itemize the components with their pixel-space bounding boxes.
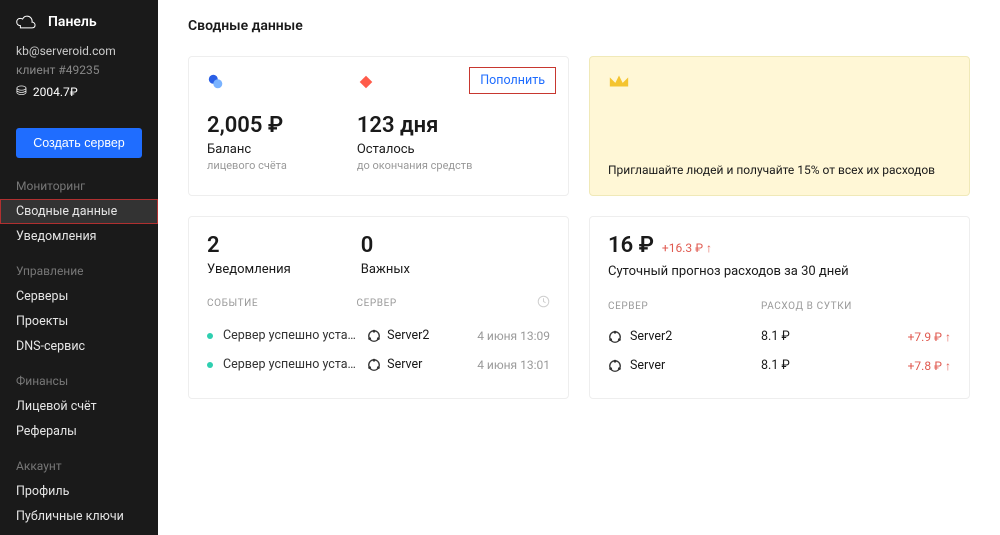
nav-item-summary[interactable]: Сводные данные <box>0 199 158 224</box>
expense-delta: +7.8 ₽ ↑ <box>881 359 951 373</box>
server-name: Server2 <box>387 328 429 343</box>
coins-icon: ⛁ <box>16 82 27 102</box>
balance-card: Пополнить 2,005 ₽ Баланс лицевого счёта … <box>188 56 569 196</box>
expense-row[interactable]: Server2 8.1 ₽ +7.9 ₽ ↑ <box>608 322 951 351</box>
nav-item-profile[interactable]: Профиль <box>0 479 158 504</box>
create-server-button[interactable]: Создать сервер <box>16 128 142 158</box>
account-email: kb@serveroid.com <box>16 42 142 61</box>
notifications-label: Уведомления <box>207 262 291 277</box>
balance-value: 2,005 ₽ <box>207 113 287 138</box>
expense-delta: +7.9 ₽ ↑ <box>881 330 951 344</box>
forecast-sub: Суточный прогноз расходов за 30 дней <box>608 264 951 279</box>
account-balance: ⛁ 2004.7₽ <box>16 82 142 102</box>
col-delta <box>881 301 951 312</box>
balance-sublabel: лицевого счёта <box>207 159 287 172</box>
main-content: Сводные данные Пополнить 2,005 ₽ Баланс … <box>158 0 1000 535</box>
app-title: Панель <box>48 14 97 30</box>
balance-label: Баланс <box>207 142 287 157</box>
expense-rate: 8.1 ₽ <box>761 358 881 373</box>
ubuntu-icon <box>367 329 381 343</box>
col-server: СЕРВЕР <box>357 298 461 309</box>
promo-card[interactable]: Приглашайте людей и получайте 15% от все… <box>589 56 970 196</box>
expense-row[interactable]: Server 8.1 ₽ +7.8 ₽ ↑ <box>608 351 951 380</box>
ubuntu-icon <box>608 359 622 373</box>
clock-icon <box>537 295 550 308</box>
nav-item-servers[interactable]: Серверы <box>0 284 158 309</box>
balance-icon <box>207 73 225 91</box>
days-value: 123 дня <box>357 113 473 138</box>
nav-section-monitoring: Мониторинг <box>0 176 158 199</box>
notification-row[interactable]: Сервер успешно устано... Server 4 июня 1… <box>207 350 550 379</box>
important-count: 0 <box>361 233 410 258</box>
nav-item-public-keys[interactable]: Публичные ключи <box>0 504 158 529</box>
nav-item-notifications[interactable]: Уведомления <box>0 224 158 249</box>
col-rate: РАСХОД В СУТКИ <box>761 301 881 312</box>
notifications-card: 2 Уведомления 0 Важных СОБЫТИЕ СЕРВЕР Се… <box>188 216 569 399</box>
forecast-card: 16 ₽ +16.3 ₽ ↑ Суточный прогноз расходов… <box>589 216 970 399</box>
notification-row[interactable]: Сервер успешно устано... Server2 4 июня … <box>207 321 550 350</box>
expense-rate: 8.1 ₽ <box>761 329 881 344</box>
days-icon <box>357 73 375 91</box>
event-text: Сервер успешно устано... <box>223 328 367 343</box>
nav-section-management: Управление <box>0 261 158 284</box>
server-name: Server2 <box>630 329 672 344</box>
ubuntu-icon <box>608 330 622 344</box>
topup-link[interactable]: Пополнить <box>469 67 556 94</box>
server-name: Server <box>630 358 665 373</box>
nav-item-referrals[interactable]: Рефералы <box>0 419 158 444</box>
event-time: 4 июня 13:09 <box>460 329 550 343</box>
nav-item-dns[interactable]: DNS-сервис <box>0 334 158 359</box>
col-event: СОБЫТИЕ <box>207 298 357 309</box>
nav-section-finance: Финансы <box>0 371 158 394</box>
status-dot-icon <box>207 333 213 339</box>
account-balance-value: 2004.7₽ <box>33 83 78 102</box>
days-sublabel: до окончания средств <box>357 159 473 172</box>
crown-icon <box>608 73 630 89</box>
account-block: kb@serveroid.com клиент #49235 ⛁ 2004.7₽ <box>0 42 158 116</box>
important-label: Важных <box>361 262 410 277</box>
sidebar: Панель kb@serveroid.com клиент #49235 ⛁ … <box>0 0 158 535</box>
nav-item-account-balance[interactable]: Лицевой счёт <box>0 394 158 419</box>
account-client: клиент #49235 <box>16 61 142 80</box>
promo-text: Приглашайте людей и получайте 15% от все… <box>608 163 951 177</box>
col-server: СЕРВЕР <box>608 301 761 312</box>
status-dot-icon <box>207 362 213 368</box>
forecast-delta: +16.3 ₽ ↑ <box>662 241 712 255</box>
server-name: Server <box>387 357 422 372</box>
event-time: 4 июня 13:01 <box>460 358 550 372</box>
nav-section-account: Аккаунт <box>0 456 158 479</box>
col-time <box>460 295 550 311</box>
event-text: Сервер успешно устано... <box>223 357 367 372</box>
page-title: Сводные данные <box>188 18 970 34</box>
forecast-amount: 16 ₽ <box>608 233 654 258</box>
ubuntu-icon <box>367 358 381 372</box>
days-label: Осталось <box>357 142 473 157</box>
notifications-count: 2 <box>207 233 291 258</box>
nav-item-projects[interactable]: Проекты <box>0 309 158 334</box>
logo-icon <box>16 15 38 29</box>
